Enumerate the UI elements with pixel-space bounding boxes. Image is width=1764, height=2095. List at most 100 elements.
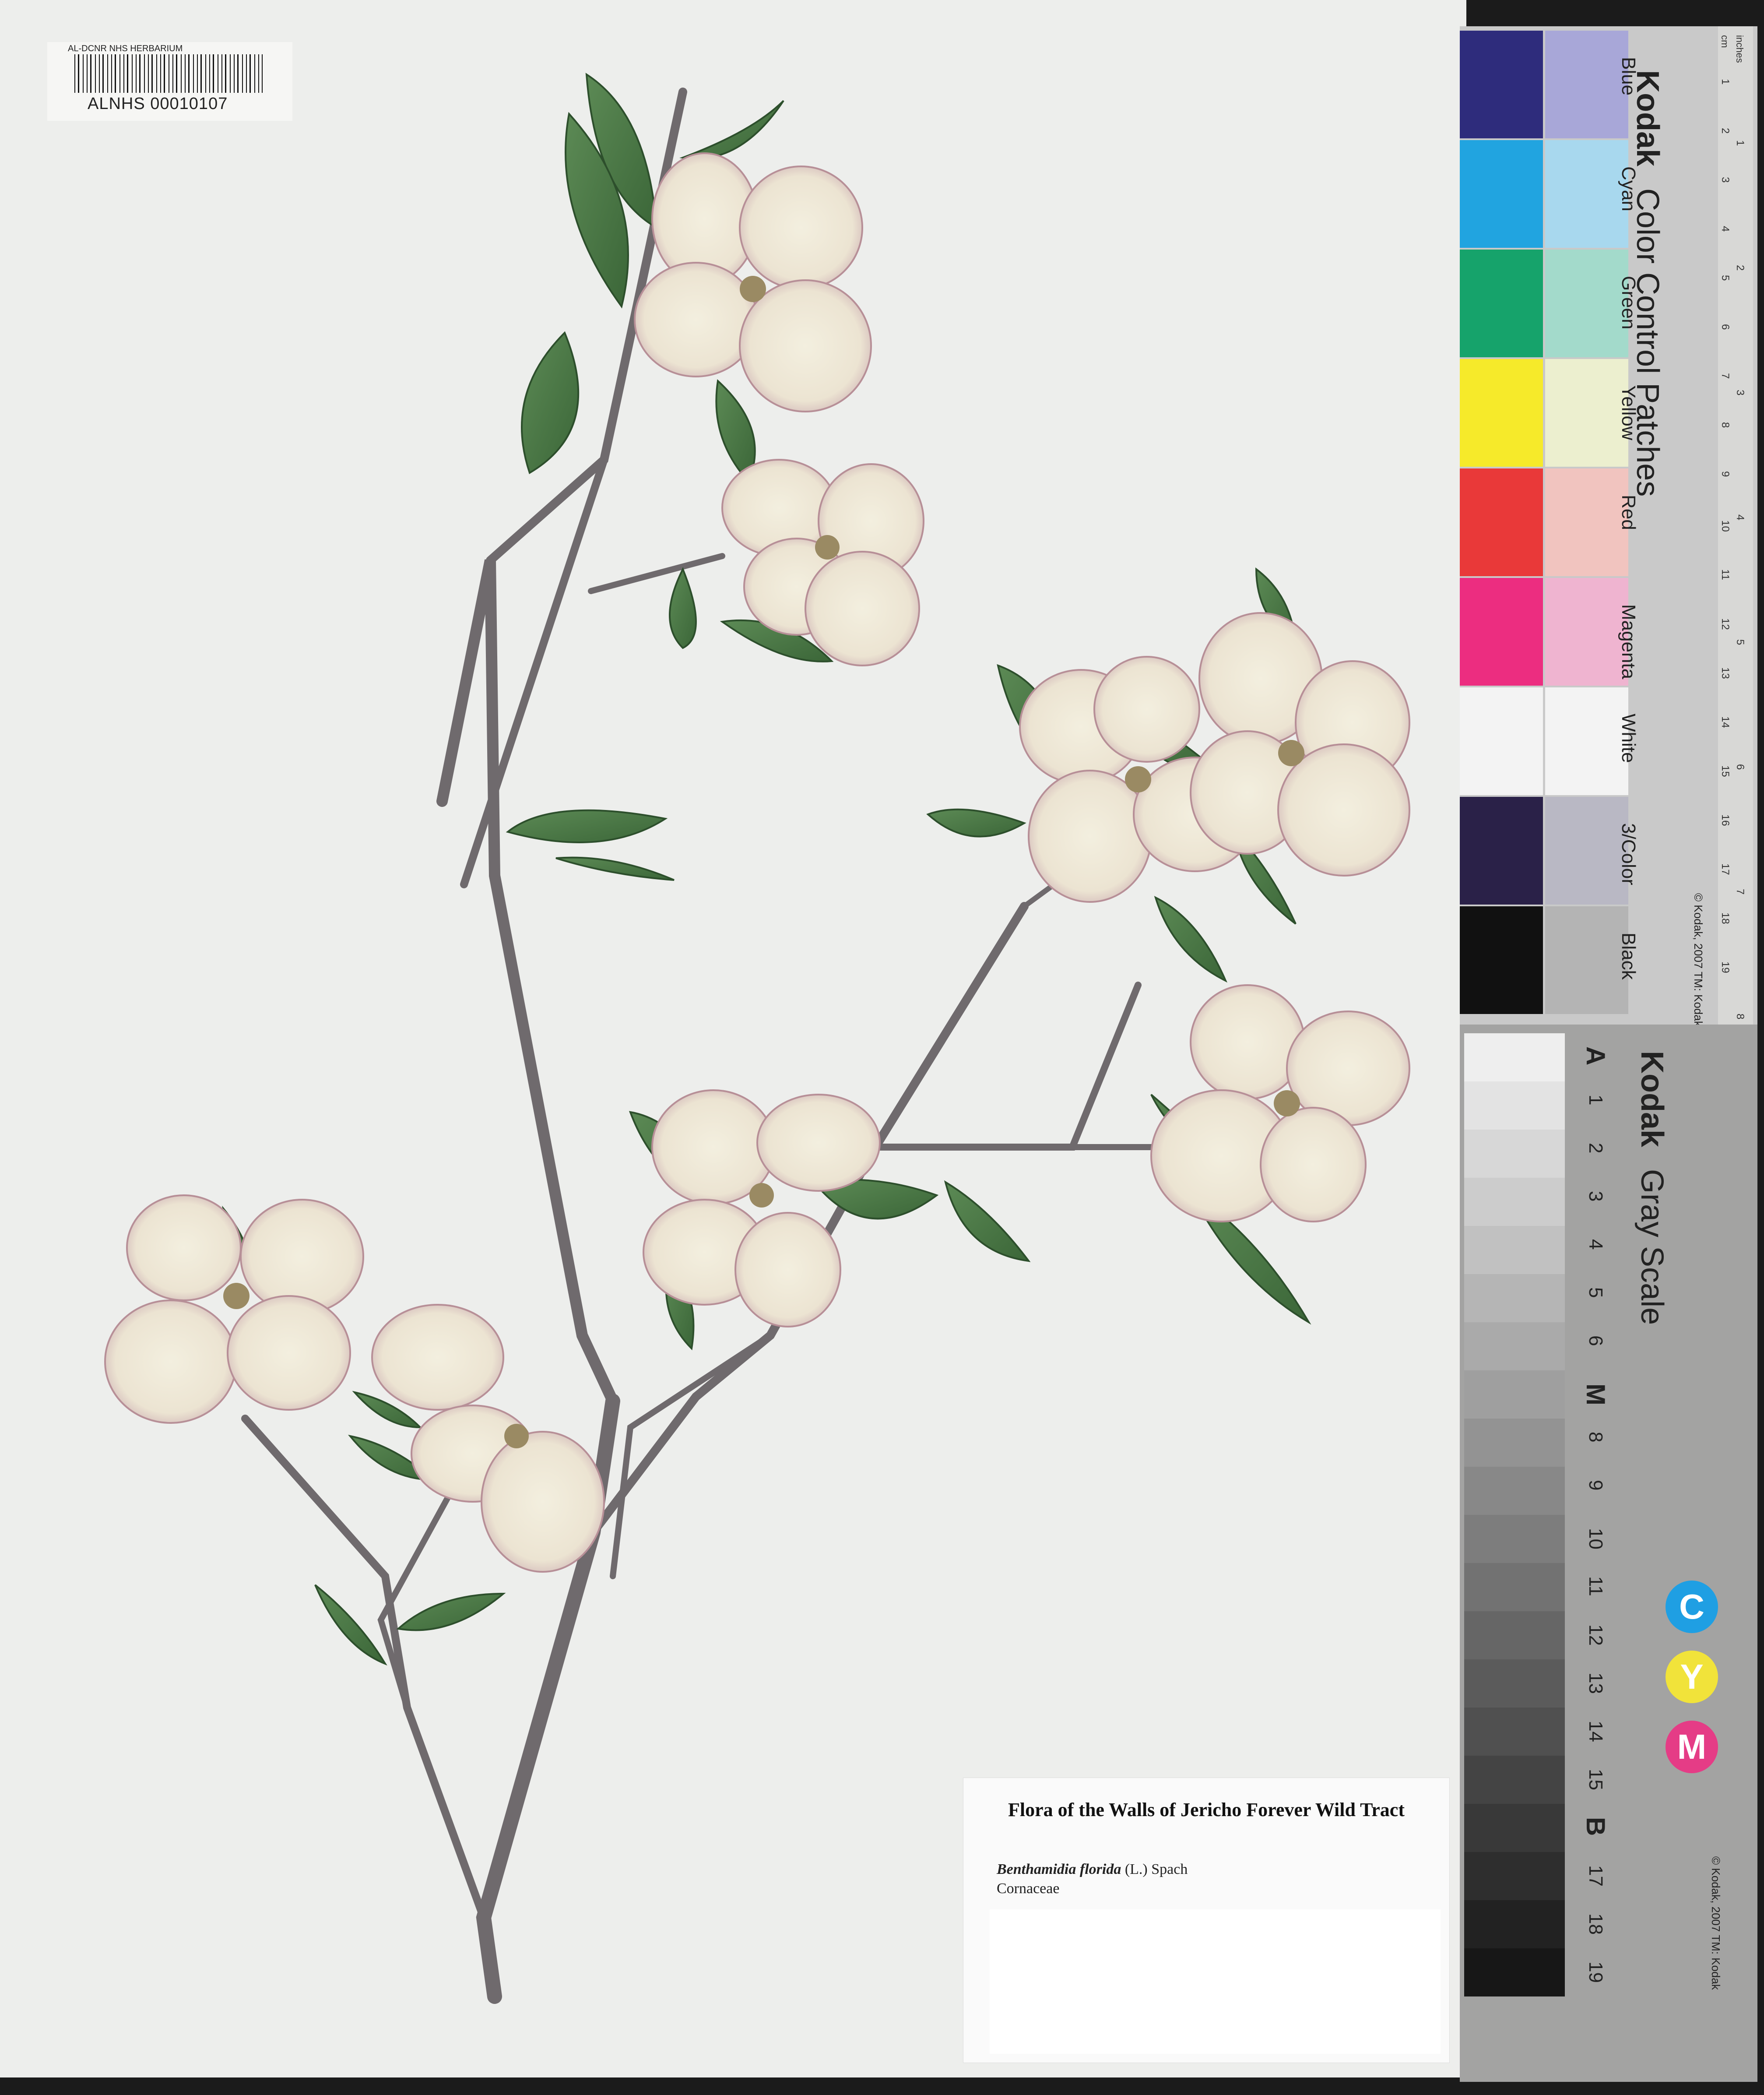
ruler-cm-tick: 12 <box>1719 618 1731 630</box>
cym-c-icon: C <box>1666 1581 1718 1633</box>
flower-right-b <box>1190 612 1410 877</box>
ruler-cm-tick: 2 <box>1719 128 1731 134</box>
ruler-inch-tick: 6 <box>1734 764 1746 770</box>
ruler-cm-tick: 7 <box>1719 373 1731 379</box>
patch-blue-light <box>1545 31 1628 138</box>
patch-green-light <box>1545 250 1628 357</box>
gray-step <box>1464 1419 1565 1467</box>
ruler-inch-tick: 2 <box>1734 265 1746 271</box>
gray-step-label: 18 <box>1585 1913 1606 1935</box>
patch-red-light <box>1545 468 1628 576</box>
color-card-copyright: © Kodak, 2007 TM: Kodak <box>1692 893 1705 1027</box>
gray-step-label: 12 <box>1585 1624 1606 1646</box>
gray-step-label: 3 <box>1585 1191 1606 1202</box>
gray-step-label: 6 <box>1585 1335 1606 1346</box>
gray-step-label: 9 <box>1585 1480 1606 1491</box>
gray-step <box>1464 1900 1565 1948</box>
gray-step-label: A <box>1581 1046 1610 1066</box>
gray-step <box>1464 1081 1565 1130</box>
ruler-cm-tick: 9 <box>1719 471 1731 477</box>
color-control-card: Kodak Color Control Patches Blue Cyan Gree… <box>1460 26 1757 1027</box>
ruler-cm-tick: 13 <box>1719 667 1731 679</box>
color-card-title: Color Control Patches <box>1630 188 1665 497</box>
patch-black-light <box>1545 906 1628 1014</box>
gray-step <box>1464 1274 1565 1322</box>
gray-step-label: B <box>1581 1817 1610 1836</box>
ruler-inch-tick: 4 <box>1734 514 1746 521</box>
gray-step <box>1464 1804 1565 1852</box>
patch-label: Black <box>1618 933 1639 980</box>
gray-step-label: 11 <box>1585 1576 1606 1596</box>
gray-step <box>1464 1515 1565 1563</box>
gray-step-label: 8 <box>1585 1432 1606 1443</box>
patch-cyan-light <box>1545 140 1628 248</box>
gray-step-label: 17 <box>1585 1865 1606 1887</box>
gray-step <box>1464 1178 1565 1226</box>
gray-scale-card: Kodak Gray Scale A 1 2 3 4 5 6 M 8 9 10 11 12 13 14 15 B… <box>1460 1025 1757 2082</box>
patch-blue-dark <box>1460 31 1543 138</box>
patch-yellow-light <box>1545 359 1628 467</box>
patch-magenta-light <box>1545 578 1628 686</box>
ruler-inch-tick: 5 <box>1734 639 1746 645</box>
gray-step-label: M <box>1581 1384 1610 1405</box>
ruler-cm-tick: 5 <box>1719 275 1731 281</box>
ruler-cm-tick: 17 <box>1719 863 1731 875</box>
scientific-name: Benthamidia florida <box>997 1861 1121 1877</box>
patch-white-dark <box>1460 687 1543 795</box>
ruler: cm inches 1 2 3 4 5 6 7 8 9 10 11 12 13 14 15 16 17 18 19 1… <box>1718 26 1753 1027</box>
patch-red-dark <box>1460 468 1543 576</box>
gray-step <box>1464 1948 1565 1996</box>
cym-m-icon: M <box>1666 1721 1718 1773</box>
family-name: Cornaceae <box>997 1880 1060 1897</box>
gray-step-label: 15 <box>1585 1769 1606 1790</box>
ruler-cm-tick: 16 <box>1719 814 1731 826</box>
patch-magenta-dark <box>1460 578 1543 686</box>
gray-step-label: 5 <box>1585 1287 1606 1298</box>
patch-3color-dark <box>1460 797 1543 905</box>
ruler-cm-tick: 11 <box>1719 569 1731 580</box>
ruler-cm-unit: cm <box>1719 35 1730 48</box>
patch-label: 3/Color <box>1618 823 1639 885</box>
patch-label: Blue <box>1618 57 1639 96</box>
patch-label: Cyan <box>1618 166 1639 211</box>
gray-step <box>1464 1659 1565 1708</box>
gray-card-copyright: © Kodak, 2007 TM: Kodak <box>1709 1856 1722 1990</box>
gray-step <box>1464 1226 1565 1274</box>
gray-step <box>1464 1563 1565 1611</box>
gray-step-label: 10 <box>1585 1528 1606 1549</box>
label-blank-area <box>990 1909 1441 2054</box>
gray-step-label: 13 <box>1585 1672 1606 1694</box>
gray-step <box>1464 1756 1565 1804</box>
ruler-cm-tick: 10 <box>1719 520 1731 532</box>
gray-step <box>1464 1467 1565 1515</box>
kodak-gray-logo: Kodak <box>1634 1051 1669 1148</box>
patch-label: Green <box>1618 276 1639 330</box>
patch-yellow-dark <box>1460 359 1543 467</box>
patch-label: Yellow <box>1618 385 1639 440</box>
patch-green-dark <box>1460 250 1543 357</box>
dogwood-specimen <box>104 73 1410 2004</box>
ruler-cm-tick: 1 <box>1719 79 1731 85</box>
ruler-inch-tick: 1 <box>1734 140 1746 146</box>
ruler-cm-tick: 18 <box>1719 912 1731 924</box>
flower-left-b <box>371 1304 605 1573</box>
cym-y-icon: Y <box>1666 1651 1718 1703</box>
ruler-cm-tick: 14 <box>1719 716 1731 728</box>
ruler-cm-tick: 3 <box>1719 177 1731 183</box>
gray-step-label: 1 <box>1585 1095 1606 1106</box>
flower-right-c <box>1150 984 1410 1222</box>
gray-step-label: 19 <box>1585 1961 1606 1983</box>
gray-step-label: 2 <box>1585 1143 1606 1154</box>
patch-3color-light <box>1545 797 1628 905</box>
gray-card-title: Gray Scale <box>1634 1169 1669 1325</box>
authority: (L.) Spach <box>1124 1861 1188 1877</box>
gray-step <box>1464 1611 1565 1659</box>
ruler-cm-tick: 15 <box>1719 765 1731 777</box>
flower-left-a <box>104 1194 364 1424</box>
patch-label: Red <box>1618 495 1639 530</box>
ruler-inch-tick: 3 <box>1734 390 1746 396</box>
ruler-cm-tick: 6 <box>1719 324 1731 330</box>
gray-step-label: 14 <box>1585 1721 1606 1742</box>
patch-black-dark <box>1460 906 1543 1014</box>
gray-step <box>1464 1130 1565 1178</box>
